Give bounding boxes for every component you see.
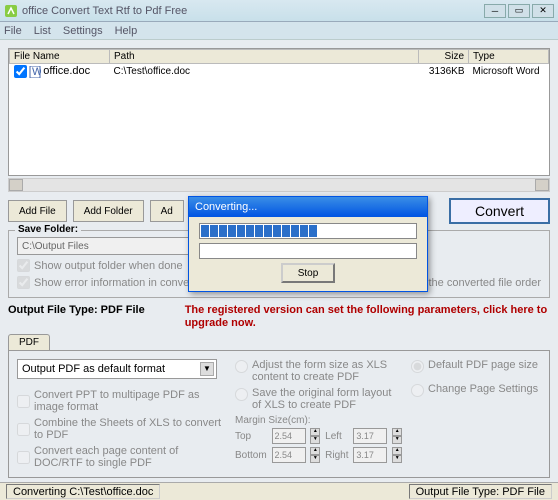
ppt-multipage-checkbox[interactable] (17, 395, 30, 408)
show-output-checkbox[interactable] (17, 259, 30, 272)
stop-button[interactable]: Stop (281, 263, 335, 283)
row-checkbox[interactable] (14, 65, 27, 78)
window-title: office Convert Text Rtf to Pdf Free (22, 5, 484, 17)
combine-xls-checkbox[interactable] (17, 423, 30, 436)
minimize-button[interactable]: ─ (484, 4, 506, 18)
spinner-buttons[interactable]: ▲▼ (392, 428, 402, 444)
converting-dialog: Converting... Stop (188, 196, 428, 292)
menu-settings[interactable]: Settings (63, 25, 103, 37)
col-filename[interactable]: File Name (10, 50, 110, 64)
upgrade-promo-link[interactable]: The registered version can set the follo… (185, 304, 550, 330)
status-converting: Converting C:\Test\office.doc (6, 484, 160, 499)
each-page-single-checkbox[interactable] (17, 451, 30, 464)
save-folder-legend: Save Folder: (15, 224, 81, 235)
menu-list[interactable]: List (34, 25, 51, 37)
output-file-type-label: Output File Type: PDF File (8, 304, 145, 330)
extra-button[interactable]: Ad (150, 200, 184, 222)
progress-bar-secondary (199, 243, 417, 259)
app-icon (4, 4, 18, 18)
pdf-options-panel: Output PDF as default format▼ Convert PP… (8, 350, 550, 478)
margin-bottom-input[interactable] (272, 447, 306, 463)
margin-top-input[interactable] (272, 428, 306, 444)
menu-help[interactable]: Help (115, 25, 138, 37)
save-original-radio[interactable] (235, 388, 248, 401)
scroll-right-button[interactable] (535, 179, 549, 191)
close-button[interactable]: ✕ (532, 4, 554, 18)
word-doc-icon: W (29, 66, 41, 78)
margin-left-input[interactable] (353, 428, 387, 444)
margin-right-input[interactable] (353, 447, 387, 463)
horizontal-scrollbar[interactable] (8, 178, 550, 192)
show-error-checkbox[interactable] (17, 276, 30, 289)
adjust-form-radio[interactable] (235, 360, 248, 373)
default-page-size-radio[interactable] (411, 360, 424, 373)
status-bar: Converting C:\Test\office.doc Output Fil… (0, 482, 558, 500)
add-file-button[interactable]: Add File (8, 200, 67, 222)
table-row[interactable]: W office.doc C:\Test\office.doc 3136KB M… (10, 64, 549, 80)
scroll-left-button[interactable] (9, 179, 23, 191)
convert-button[interactable]: Convert (449, 198, 550, 224)
change-page-settings-radio[interactable] (411, 384, 424, 397)
progress-bar (199, 223, 417, 239)
add-folder-button[interactable]: Add Folder (73, 200, 144, 222)
maximize-button[interactable]: ▭ (508, 4, 530, 18)
status-output-type: Output File Type: PDF File (409, 484, 552, 499)
file-list[interactable]: File Name Path Size Type W office.doc C:… (8, 48, 550, 176)
spinner-buttons[interactable]: ▲▼ (310, 428, 320, 444)
spinner-buttons[interactable]: ▲▼ (392, 447, 402, 463)
menu-file[interactable]: File (4, 25, 22, 37)
margin-size-label: Margin Size(cm): (235, 415, 403, 426)
combo-arrow-icon: ▼ (200, 362, 214, 376)
tab-pdf[interactable]: PDF (8, 334, 50, 350)
col-type[interactable]: Type (469, 50, 549, 64)
col-path[interactable]: Path (110, 50, 419, 64)
dialog-title: Converting... (189, 197, 427, 217)
output-format-combo[interactable]: Output PDF as default format▼ (17, 359, 217, 379)
menubar: File List Settings Help (0, 22, 558, 40)
spinner-buttons[interactable]: ▲▼ (310, 447, 320, 463)
svg-text:W: W (32, 66, 41, 78)
col-size[interactable]: Size (419, 50, 469, 64)
